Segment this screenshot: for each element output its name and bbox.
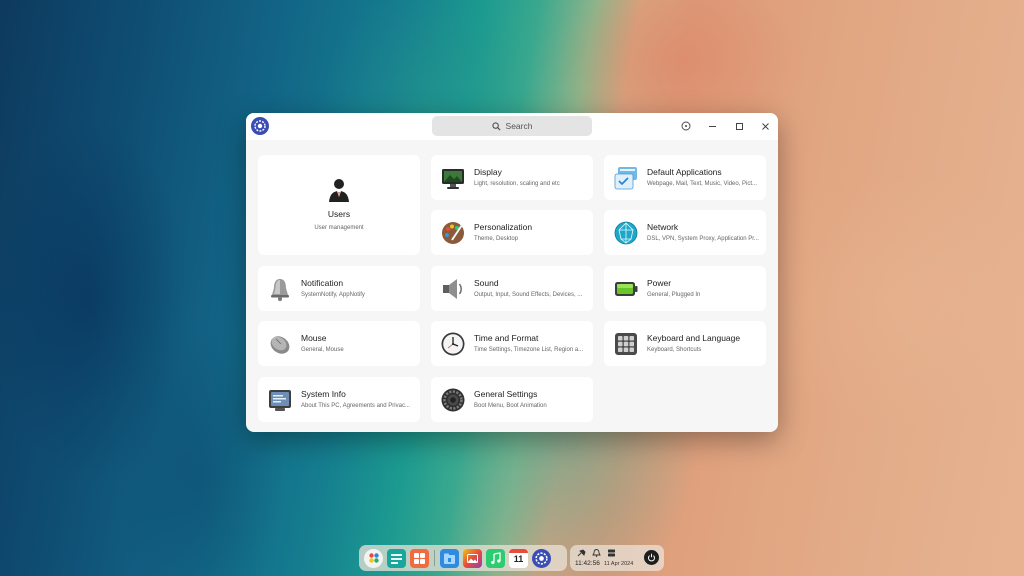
module-description: About This PC, Agreements and Privac... — [301, 402, 410, 409]
module-description: Theme, Desktop — [474, 235, 519, 242]
control-center-logo-icon — [251, 117, 269, 135]
module-general-settings[interactable]: General Settings Boot Menu, Boot Animati… — [431, 377, 593, 422]
module-display[interactable]: Display Light, resolution, scaling and e… — [431, 155, 593, 200]
module-description: DSL, VPN, System Proxy, Application Pr..… — [647, 235, 759, 242]
clock-date[interactable]: 11 Apr 2024 — [604, 561, 633, 567]
title-bar: Search — [246, 113, 778, 140]
image-viewer-icon[interactable] — [463, 548, 482, 568]
module-personalization[interactable]: Personalization Theme, Desktop — [431, 210, 593, 255]
module-mouse[interactable]: Mouse General, Mouse — [258, 321, 420, 366]
clock-time[interactable]: 11:42:56 — [575, 560, 600, 567]
maximize-button[interactable] — [731, 118, 747, 134]
clock-icon — [441, 332, 465, 355]
module-title: Keyboard and Language — [647, 332, 741, 343]
mouse-icon — [270, 335, 290, 354]
module-network[interactable]: Network DSL, VPN, System Proxy, Applicat… — [604, 210, 766, 255]
power-button[interactable] — [644, 550, 659, 565]
module-description: Light, resolution, scaling and etc — [474, 180, 560, 187]
module-power[interactable]: Power General, Plugged In — [604, 266, 766, 311]
module-notification[interactable]: Notification SystemNotify, AppNotify — [258, 266, 420, 311]
search-input[interactable]: Search — [432, 116, 592, 136]
module-system-info[interactable]: System Info About This PC, Agreements an… — [258, 377, 420, 422]
module-description: Time Settings, Timezone List, Region a..… — [474, 346, 584, 353]
dock: 11 — [359, 545, 567, 571]
battery-icon — [615, 281, 638, 296]
module-description: Keyboard, Shortcuts — [647, 346, 702, 353]
display-icon — [442, 168, 464, 189]
menu-button[interactable] — [678, 118, 694, 134]
minimize-icon — [708, 125, 716, 127]
close-icon — [761, 122, 769, 130]
default-applications-icon — [614, 166, 637, 189]
module-title: Display — [474, 166, 502, 177]
gear-icon — [441, 388, 465, 411]
module-keyboard-and-language[interactable]: Keyboard and Language Keyboard, Shortcut… — [604, 321, 766, 366]
module-description: Output, Input, Sound Effects, Devices, .… — [474, 291, 583, 298]
close-button[interactable] — [757, 118, 773, 134]
module-title: Sound — [474, 277, 499, 288]
calendar-icon[interactable]: 11 — [509, 548, 528, 568]
module-description: General, Mouse — [301, 346, 344, 353]
module-title: Network — [647, 221, 679, 232]
module-title: Personalization — [474, 221, 533, 232]
module-description: Boot Menu, Boot Animation — [474, 402, 547, 409]
launcher-icon[interactable] — [364, 548, 383, 568]
bell-icon — [271, 278, 289, 301]
module-title: General Settings — [474, 388, 538, 399]
module-default-applications[interactable]: Default Applications Webpage, Mail, Text… — [604, 155, 766, 200]
options-icon — [681, 121, 691, 131]
control-center-window: Search Users User management Display Lig… — [246, 113, 778, 432]
module-description: User management — [314, 225, 364, 231]
keyboard-icon — [615, 332, 637, 355]
settings-panel-icon[interactable] — [607, 549, 616, 557]
module-title: System Info — [301, 388, 346, 399]
module-description: SystemNotify, AppNotify — [301, 291, 365, 298]
module-title: Notification — [301, 277, 344, 288]
search-icon — [491, 121, 501, 130]
user-icon — [329, 179, 349, 202]
module-title: Default Applications — [647, 166, 722, 177]
multitasking-icon[interactable] — [387, 548, 406, 568]
system-tray: 11:42:56 11 Apr 2024 — [570, 545, 664, 571]
module-title: Users — [327, 209, 351, 219]
module-description: General, Plugged In — [647, 291, 701, 298]
control-center-icon[interactable] — [532, 548, 551, 568]
module-title: Time and Format — [474, 332, 539, 343]
personalization-icon — [442, 221, 464, 244]
module-description: Webpage, Mail, Text, Music, Video, Pict.… — [647, 180, 758, 187]
module-users[interactable]: Users User management — [258, 155, 420, 255]
pin-icon[interactable] — [577, 549, 586, 557]
modules-grid: Users User management Display Light, res… — [246, 140, 778, 432]
module-title: Power — [647, 277, 672, 288]
dock-separator — [434, 550, 435, 566]
system-info-icon — [269, 389, 291, 411]
module-sound[interactable]: Sound Output, Input, Sound Effects, Devi… — [431, 266, 593, 311]
minimize-button[interactable] — [704, 118, 720, 134]
module-title: Mouse — [301, 332, 327, 343]
calendar-day: 11 — [513, 553, 524, 564]
maximize-icon — [735, 122, 743, 130]
app-store-icon[interactable] — [410, 548, 429, 568]
file-manager-icon[interactable] — [440, 548, 459, 568]
search-placeholder: Search — [505, 121, 533, 131]
speaker-icon — [443, 278, 462, 299]
notification-bell-icon[interactable] — [592, 549, 601, 557]
power-icon — [648, 553, 655, 562]
network-icon — [614, 221, 638, 244]
music-icon[interactable] — [486, 548, 505, 568]
module-time-and-format[interactable]: Time and Format Time Settings, Timezone … — [431, 321, 593, 366]
